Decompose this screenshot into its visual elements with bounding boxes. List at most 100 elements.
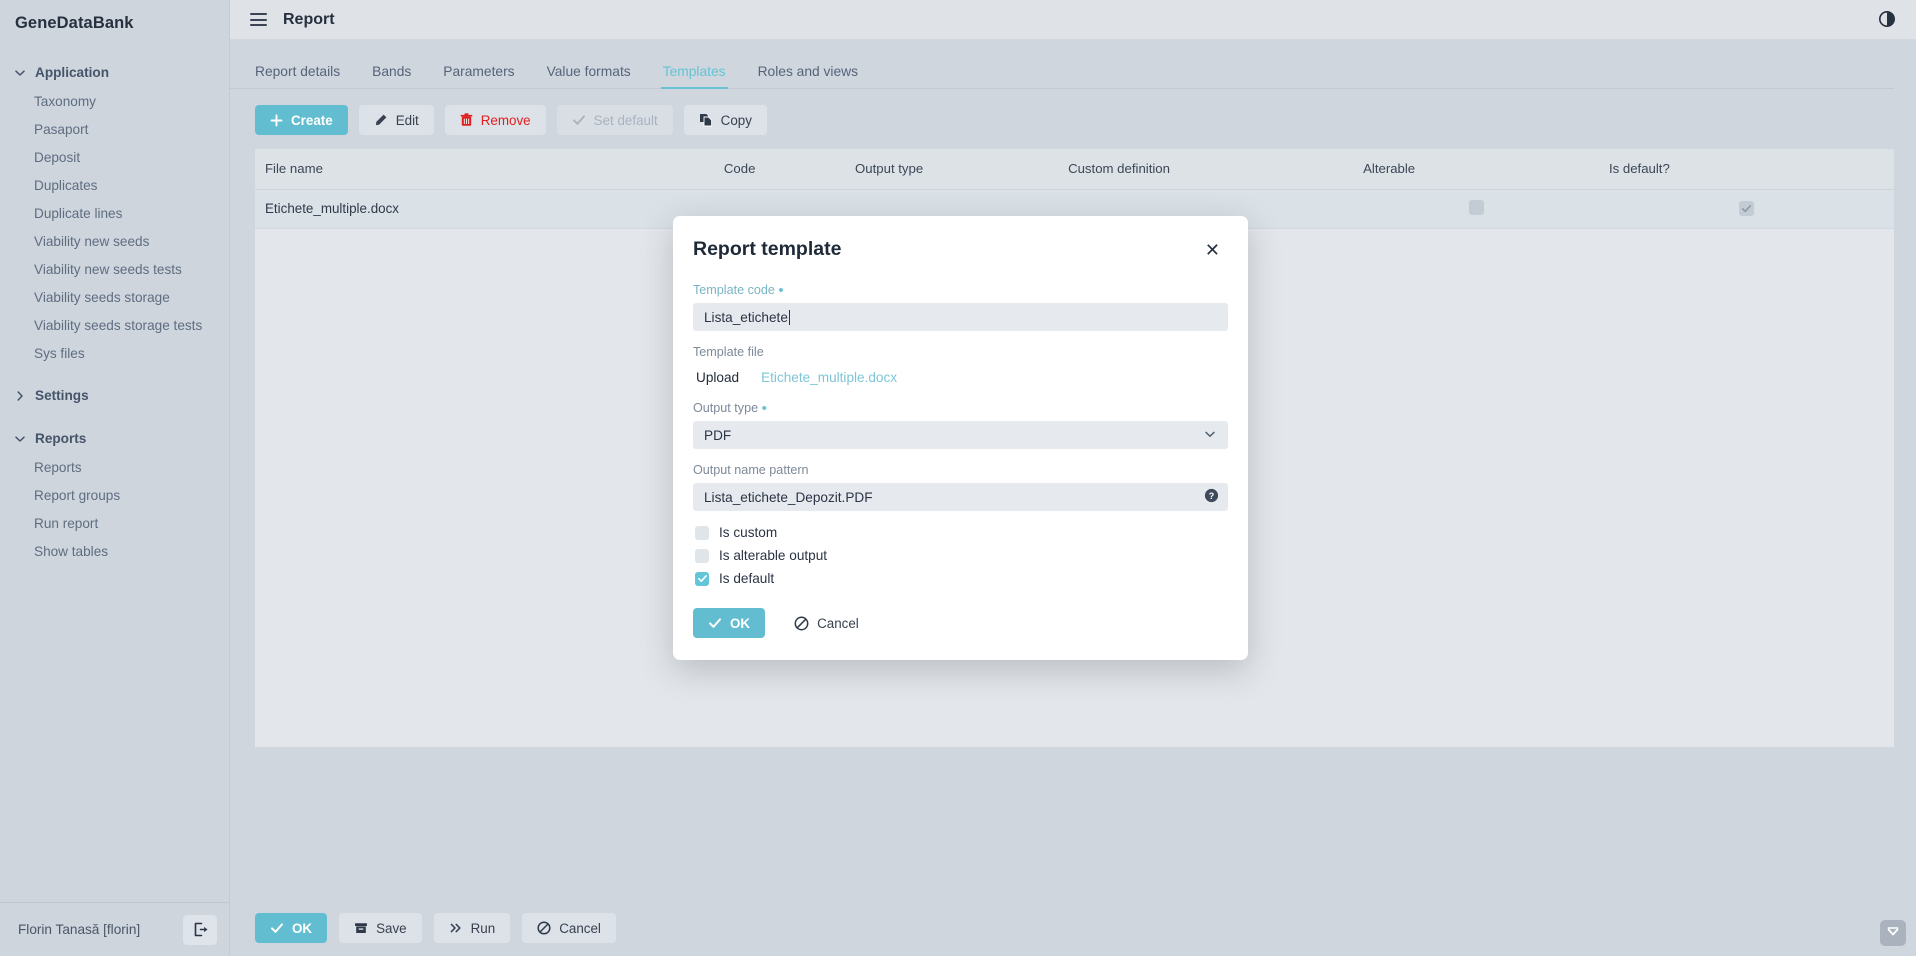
sidebar-item-run-report[interactable]: Run report (0, 509, 229, 537)
page-run-button[interactable]: Run (433, 913, 511, 943)
tab-value-formats[interactable]: Value formats (531, 58, 647, 88)
template-file-row: Upload Etichete_multiple.docx (693, 365, 1228, 387)
tab-bands[interactable]: Bands (356, 58, 427, 88)
theme-contrast-icon[interactable] (1878, 10, 1898, 30)
output-type-select[interactable]: PDF (693, 421, 1228, 449)
is-default-checkbox (1738, 200, 1754, 216)
sidebar-item-pasaport[interactable]: Pasaport (0, 115, 229, 143)
app-root: GeneDataBank Application Taxonomy Pasapo… (0, 0, 1916, 956)
cell-is-default (1598, 189, 1894, 229)
is-default-checkbox[interactable] (695, 571, 709, 586)
output-name-pattern-input[interactable]: Lista_etichete_Depozit.PDF ? (693, 483, 1228, 511)
sidebar-group-settings[interactable]: Settings (0, 381, 229, 410)
template-code-input[interactable]: Lista_etichete (693, 303, 1228, 331)
svg-text:?: ? (1209, 491, 1215, 501)
upload-button[interactable]: Upload (696, 370, 739, 385)
column-output-type[interactable]: Output type (845, 149, 1059, 190)
archive-box-icon (354, 921, 368, 935)
sidebar-group-label: Application (35, 65, 110, 80)
create-button[interactable]: Create (255, 105, 348, 135)
is-custom-label: Is custom (719, 525, 778, 540)
is-alterable-output-checkbox[interactable] (695, 548, 709, 563)
column-file-name[interactable]: File name (255, 149, 714, 190)
double-chevron-right-icon (449, 921, 463, 935)
is-alterable-output-row[interactable]: Is alterable output (695, 548, 1228, 563)
page-title: Report (283, 10, 335, 28)
sidebar-group-reports[interactable]: Reports (0, 424, 229, 453)
sidebar-group-label: Reports (35, 431, 87, 446)
output-type-label-text: Output type (693, 401, 759, 415)
output-type-value: PDF (704, 427, 732, 443)
create-button-label: Create (291, 112, 333, 128)
help-circle-icon[interactable]: ? (1204, 488, 1219, 506)
hamburger-icon[interactable] (250, 13, 267, 26)
scroll-down-widget[interactable] (1880, 920, 1906, 946)
logout-icon[interactable] (183, 914, 217, 945)
edit-button[interactable]: Edit (358, 105, 434, 135)
template-code-value: Lista_etichete (704, 309, 788, 325)
copy-button[interactable]: Copy (683, 105, 767, 135)
page-ok-label: OK (292, 920, 313, 936)
sidebar-item-duplicates[interactable]: Duplicates (0, 171, 229, 199)
column-is-default[interactable]: Is default? (1598, 149, 1894, 190)
sidebar-item-viability-new-seeds-tests[interactable]: Viability new seeds tests (0, 255, 229, 283)
close-icon[interactable]: ✕ (1201, 239, 1224, 261)
sidebar-group-application[interactable]: Application (0, 58, 229, 87)
sidebar-item-show-tables[interactable]: Show tables (0, 537, 229, 565)
remove-button[interactable]: Remove (444, 105, 546, 135)
alterable-checkbox (1468, 199, 1484, 215)
sidebar-item-sys-files[interactable]: Sys files (0, 339, 229, 367)
output-type-label: Output type • (693, 401, 1228, 416)
report-template-dialog: Report template ✕ Template code • Lista_… (673, 216, 1248, 660)
chevron-down-icon (14, 433, 26, 445)
sidebar-item-duplicate-lines[interactable]: Duplicate lines (0, 199, 229, 227)
page-cancel-button[interactable]: Cancel (522, 913, 616, 943)
page-run-label: Run (470, 920, 496, 936)
is-custom-row[interactable]: Is custom (695, 525, 1228, 540)
template-code-label-text: Template code (693, 283, 775, 297)
is-alterable-output-label: Is alterable output (719, 548, 828, 563)
sidebar-nav: Application Taxonomy Pasaport Deposit Du… (0, 46, 229, 902)
pencil-icon (374, 113, 388, 127)
tab-report-details[interactable]: Report details (255, 58, 356, 88)
sidebar: GeneDataBank Application Taxonomy Pasapo… (0, 0, 230, 956)
copy-button-label: Copy (720, 112, 752, 128)
cell-file-name: Etichete_multiple.docx (255, 189, 714, 229)
sidebar-item-reports[interactable]: Reports (0, 453, 229, 481)
template-file-field: Template file Upload Etichete_multiple.d… (693, 345, 1228, 387)
dialog-ok-button[interactable]: OK (693, 608, 766, 638)
page-ok-button[interactable]: OK (255, 913, 328, 943)
sidebar-item-viability-new-seeds[interactable]: Viability new seeds (0, 227, 229, 255)
template-file-link[interactable]: Etichete_multiple.docx (761, 370, 897, 385)
sidebar-item-viability-seeds-storage[interactable]: Viability seeds storage (0, 283, 229, 311)
remove-button-label: Remove (480, 112, 531, 128)
sidebar-item-taxonomy[interactable]: Taxonomy (0, 87, 229, 115)
tab-templates[interactable]: Templates (647, 58, 742, 89)
column-alterable[interactable]: Alterable (1353, 149, 1599, 190)
check-icon (270, 921, 284, 935)
is-default-row[interactable]: Is default (695, 571, 1228, 586)
sidebar-item-deposit[interactable]: Deposit (0, 143, 229, 171)
tab-roles-and-views[interactable]: Roles and views (742, 58, 874, 88)
dialog-cancel-button[interactable]: Cancel (779, 608, 874, 638)
is-custom-checkbox[interactable] (695, 525, 709, 540)
plus-icon (270, 114, 283, 127)
set-default-button: Set default (556, 105, 673, 135)
sidebar-item-report-groups[interactable]: Report groups (0, 481, 229, 509)
template-file-label: Template file (693, 345, 764, 359)
tab-parameters[interactable]: Parameters (427, 58, 530, 88)
text-caret (788, 309, 790, 325)
column-custom-definition[interactable]: Custom definition (1058, 149, 1354, 190)
chevron-down-icon (14, 67, 26, 79)
output-name-pattern-label: Output name pattern (693, 463, 809, 477)
page-save-button[interactable]: Save (339, 913, 422, 943)
template-code-label: Template code • (693, 283, 1228, 298)
dialog-header: Report template ✕ (673, 216, 1248, 271)
sidebar-item-viability-seeds-storage-tests[interactable]: Viability seeds storage tests (0, 311, 229, 339)
output-name-pattern-field: Output name pattern Lista_etichete_Depoz… (693, 463, 1228, 511)
column-code[interactable]: Code (713, 149, 846, 190)
cancel-circle-icon (794, 616, 809, 631)
top-bar: Report (230, 0, 1916, 40)
